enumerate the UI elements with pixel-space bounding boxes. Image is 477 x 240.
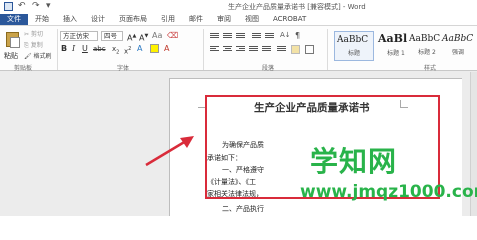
style-name: 标题 [347, 50, 360, 57]
multilevel-list-icon[interactable] [236, 32, 245, 41]
tab-references[interactable]: 引用 [154, 14, 182, 25]
underline-button[interactable]: U [82, 44, 88, 54]
redo-icon[interactable]: ↷ [32, 2, 41, 11]
shrink-font-button[interactable]: A▼ [139, 31, 148, 43]
quick-access-toolbar: ↶ ↷ ▾ [4, 2, 55, 11]
watermark-url: www.jmqz1000.com [300, 182, 477, 202]
format-painter-label: 格式刷 [33, 53, 52, 60]
ribbon: 粘贴 ✂ 剪切 ⎘ 复制 🖌 格式刷 剪贴板 方正仿宋 四号 A▲ A▼ Aa … [0, 25, 477, 72]
copy-icon: ⎘ [24, 42, 29, 49]
style-name: 强调 [451, 49, 464, 56]
tab-design[interactable]: 设计 [84, 14, 112, 25]
tab-review[interactable]: 审阅 [210, 14, 238, 25]
strikethrough-button[interactable]: abc [93, 44, 106, 54]
brush-icon: 🖌 [24, 53, 32, 60]
watermark: 学知网 www.jmqz1000.com [300, 140, 477, 212]
cut-label: 剪切 [30, 31, 43, 38]
decrease-indent-icon[interactable] [252, 32, 261, 41]
superscript-button[interactable]: x2 [124, 44, 131, 55]
copy-button[interactable]: ⎘ 复制 [24, 41, 52, 50]
copy-label: 复制 [30, 42, 43, 49]
distributed-icon[interactable] [262, 45, 271, 54]
borders-icon[interactable] [305, 45, 314, 54]
group-divider [57, 29, 58, 70]
font-color-button[interactable]: A [164, 44, 169, 54]
align-left-icon[interactable] [210, 45, 219, 54]
scissors-icon: ✂ [24, 31, 30, 38]
bold-button[interactable]: B [61, 44, 67, 54]
font-size-select[interactable]: 四号 [101, 31, 123, 41]
style-sample: AaBbC [337, 35, 369, 45]
document-line: 二、产品执行 [222, 205, 264, 213]
group-divider [327, 29, 328, 70]
format-painter-button[interactable]: 🖌 格式刷 [24, 52, 52, 61]
highlight-color-icon[interactable] [150, 44, 159, 53]
cut-button[interactable]: ✂ 剪切 [24, 30, 52, 39]
line-spacing-icon[interactable] [277, 45, 286, 54]
clipboard-actions: ✂ 剪切 ⎘ 复制 🖌 格式刷 [24, 30, 52, 61]
align-center-icon[interactable] [223, 45, 232, 54]
bullets-icon[interactable] [210, 32, 219, 41]
clear-format-icon[interactable]: ⌫ [167, 31, 178, 41]
tab-file[interactable]: 文件 [0, 14, 28, 25]
tab-page-layout[interactable]: 页面布局 [112, 14, 154, 25]
style-emphasis[interactable]: AaBbC 强调 [440, 31, 476, 61]
tab-view[interactable]: 视图 [238, 14, 266, 25]
undo-icon[interactable]: ↶ [18, 2, 27, 11]
paste-sheet-icon [10, 37, 20, 48]
style-sample: AaBbC [442, 34, 474, 44]
ribbon-tabs: 文件 开始 插入 设计 页面布局 引用 邮件 审阅 视图 ACROBAT [0, 14, 477, 25]
sort-icon[interactable]: A↓ [280, 31, 291, 40]
subscript-button[interactable]: x2 [112, 44, 119, 55]
change-case-icon[interactable]: Aa [152, 31, 162, 41]
paste-button[interactable]: 粘贴 [4, 30, 22, 60]
window-title: 生产企业产品质量承诺书 [兼容模式] - Word [228, 3, 366, 11]
group-divider [203, 29, 204, 70]
increase-indent-icon[interactable] [265, 32, 274, 41]
title-bar: ↶ ↷ ▾ 生产企业产品质量承诺书 [兼容模式] - Word [0, 0, 477, 14]
tab-mailings[interactable]: 邮件 [182, 14, 210, 25]
tab-home[interactable]: 开始 [28, 14, 56, 25]
numbering-icon[interactable] [223, 32, 232, 41]
align-right-icon[interactable] [236, 45, 245, 54]
show-marks-icon[interactable]: ¶ [295, 31, 304, 40]
tab-insert[interactable]: 插入 [56, 14, 84, 25]
style-title[interactable]: AaBbC 标题 [334, 31, 374, 61]
font-name-select[interactable]: 方正仿宋 [60, 31, 98, 41]
paste-label: 粘贴 [4, 52, 18, 60]
text-effects-icon[interactable]: A [137, 44, 142, 54]
save-icon[interactable] [4, 2, 13, 11]
italic-button[interactable]: I [72, 44, 75, 54]
grow-font-button[interactable]: A▲ [127, 31, 136, 43]
justify-icon[interactable] [249, 45, 258, 54]
watermark-text: 学知网 [310, 145, 398, 178]
tab-acrobat[interactable]: ACROBAT [266, 14, 313, 25]
shading-icon[interactable] [291, 45, 300, 54]
customize-toolbar-icon[interactable]: ▾ [46, 2, 55, 11]
